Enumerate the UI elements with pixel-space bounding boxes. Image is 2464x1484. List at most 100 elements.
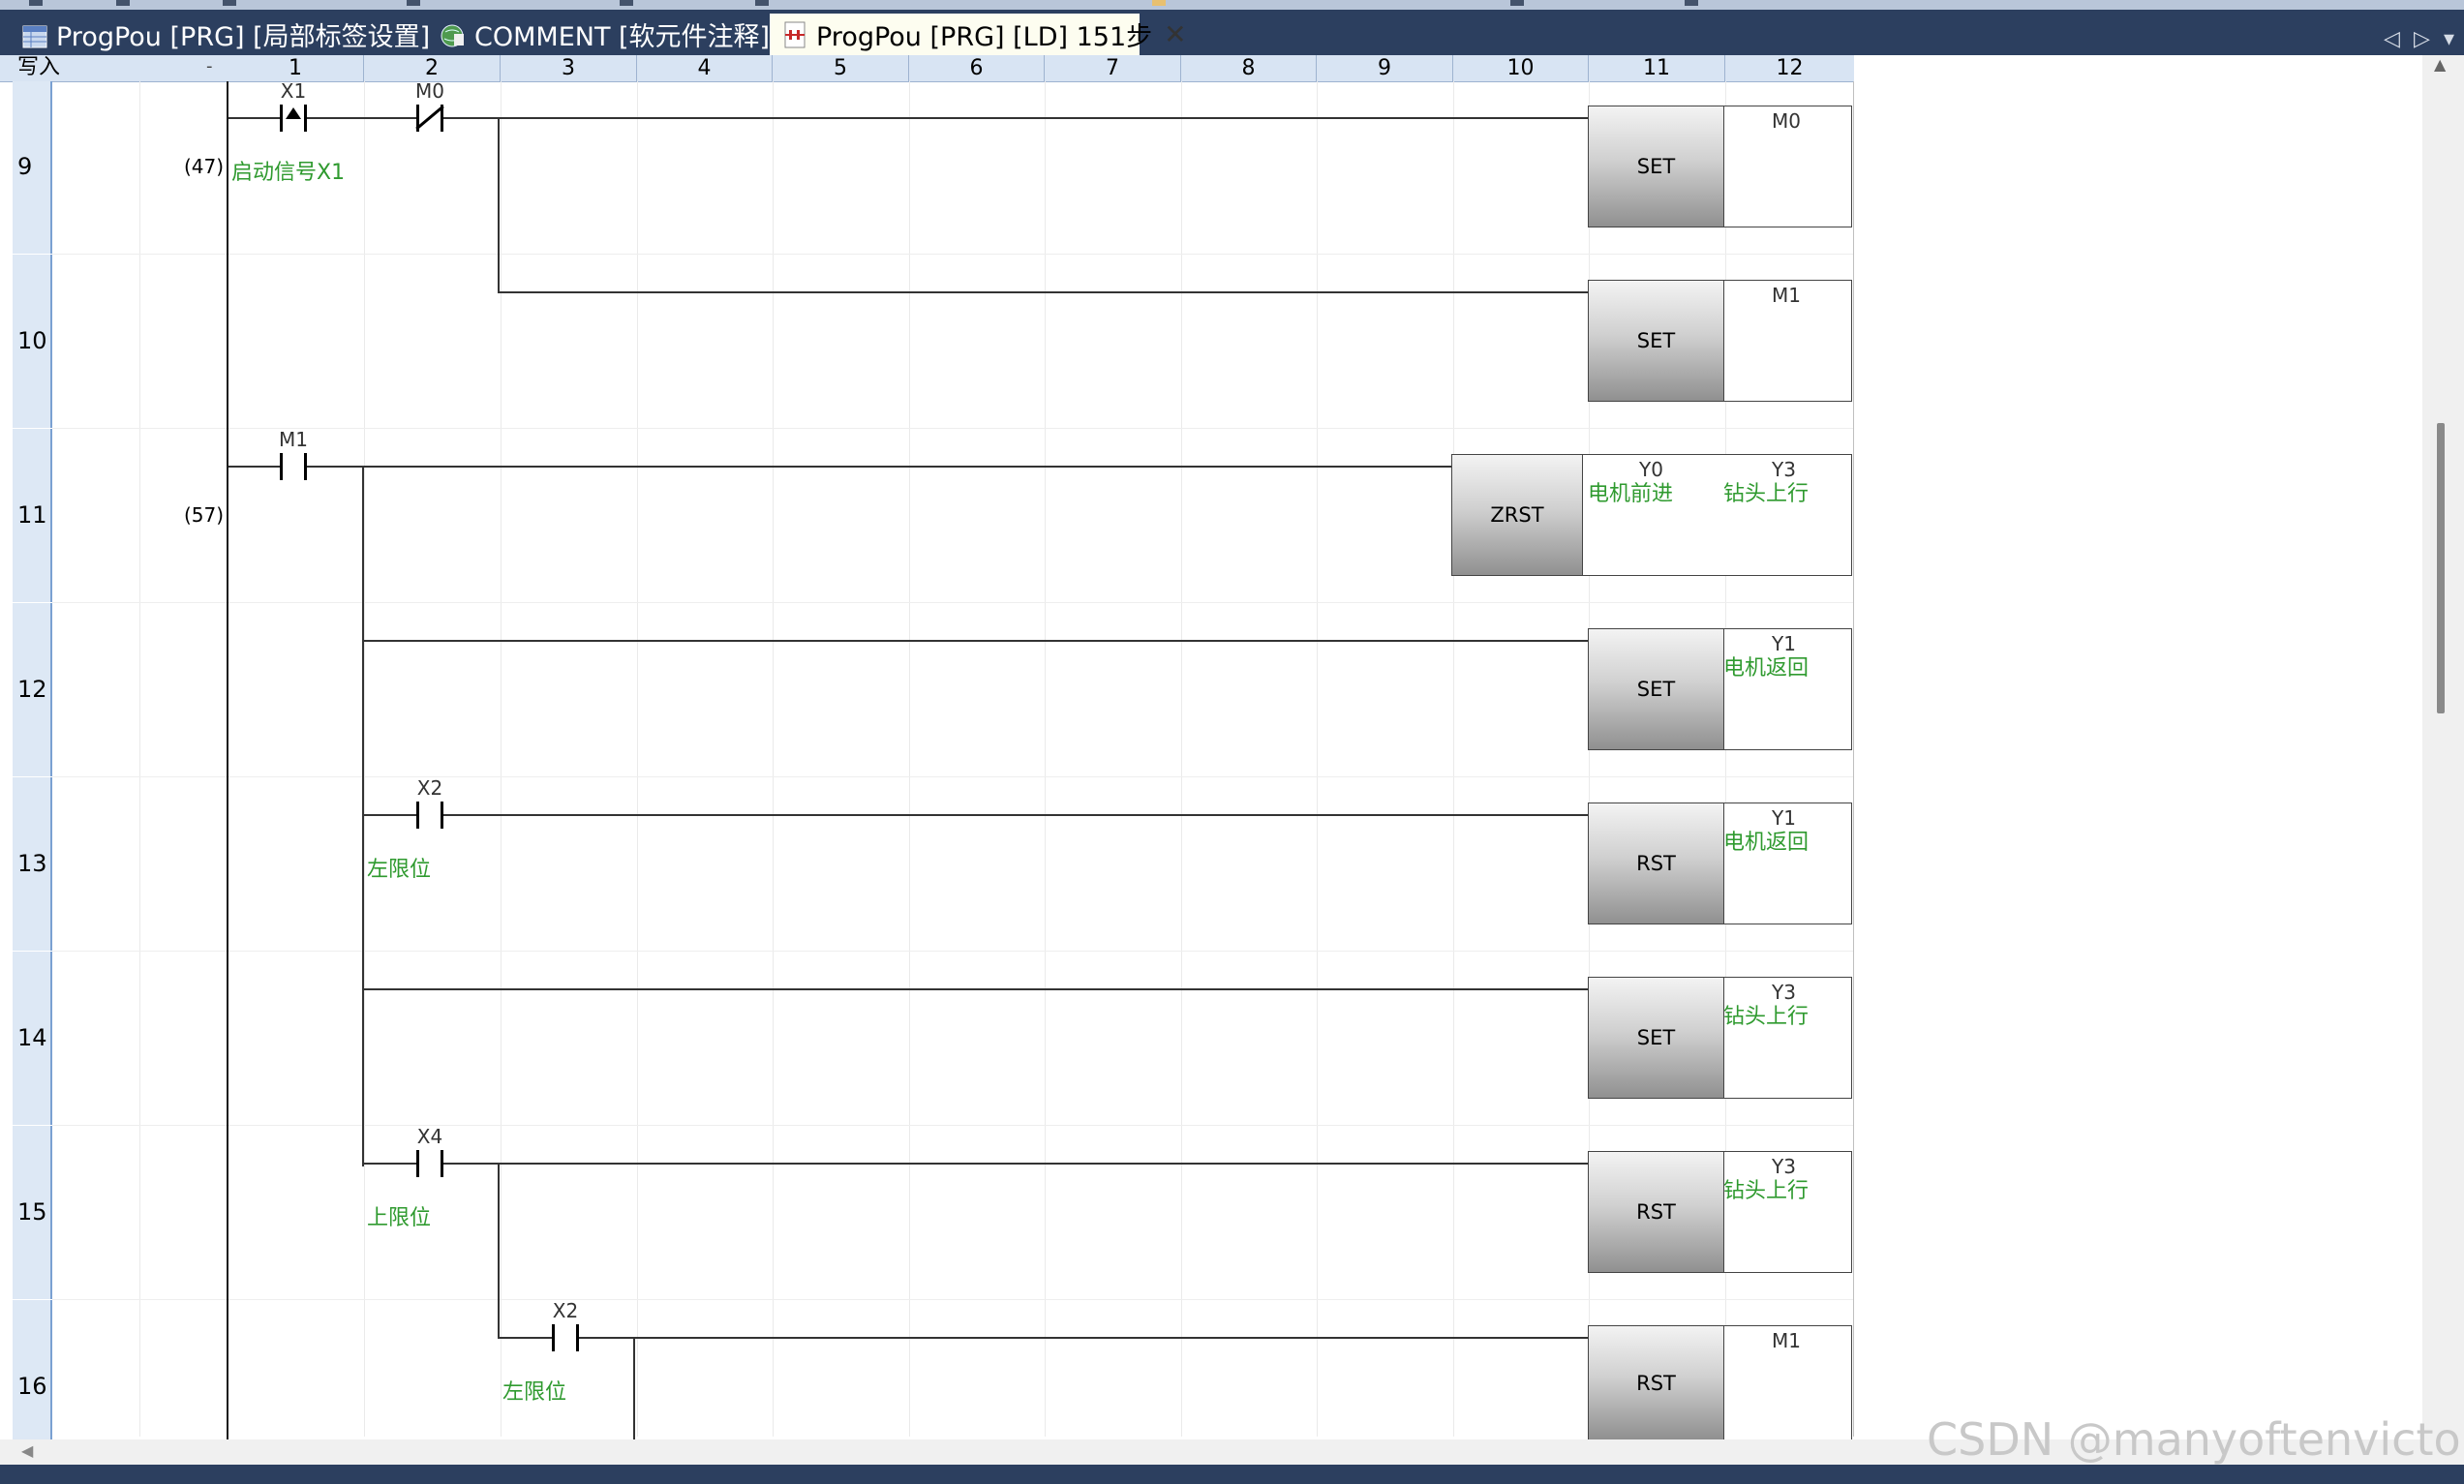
wire bbox=[364, 640, 1588, 642]
tab-device-comment[interactable]: COMMENT [软元件注释] bbox=[428, 14, 770, 55]
tab-list-dropdown-icon[interactable]: ▾ bbox=[2444, 27, 2454, 51]
normally-open-contact[interactable] bbox=[552, 1324, 579, 1351]
tab-scroll-left-icon[interactable]: ◁ bbox=[2384, 27, 2400, 51]
instruction-block[interactable]: RST Y1 电机返回 bbox=[1588, 803, 1852, 924]
wire bbox=[498, 1163, 500, 1339]
column-header: 4 bbox=[637, 55, 773, 81]
toolbar-icon[interactable] bbox=[116, 0, 130, 6]
contact-device: M0 bbox=[415, 79, 444, 103]
row-number: 11 bbox=[17, 501, 47, 529]
contact-comment: 启动信号X1 bbox=[231, 161, 346, 185]
grid-line bbox=[364, 81, 365, 1437]
globe-comment-icon bbox=[440, 20, 467, 49]
toolbar-icon[interactable] bbox=[223, 0, 236, 6]
row-number: 14 bbox=[17, 1024, 47, 1051]
contact-device: X4 bbox=[416, 1125, 443, 1148]
scroll-left-icon[interactable]: ◀ bbox=[21, 1441, 33, 1460]
column-header: 6 bbox=[909, 55, 1045, 81]
contact-comment: 左限位 bbox=[367, 858, 432, 882]
ladder-doc-icon bbox=[781, 20, 808, 49]
row-separator bbox=[52, 1125, 1853, 1126]
grid-line bbox=[637, 81, 638, 1437]
toolbar-icon[interactable] bbox=[620, 0, 633, 6]
instruction-operand: M1 bbox=[1772, 1329, 1801, 1352]
instruction-op: RST bbox=[1589, 1326, 1724, 1439]
instruction-comment: 钻头上行 bbox=[1723, 1179, 1810, 1203]
grid-line bbox=[1853, 81, 1854, 1437]
column-header: 7 bbox=[1045, 55, 1181, 81]
column-header: 11 bbox=[1589, 55, 1725, 81]
wire bbox=[500, 1337, 1588, 1339]
grid-line bbox=[1181, 81, 1182, 1437]
toolbar-icon[interactable] bbox=[755, 0, 769, 6]
row-number: 12 bbox=[17, 676, 47, 703]
toolbar-icon[interactable] bbox=[1510, 0, 1524, 6]
instruction-block[interactable]: SET M1 bbox=[1588, 280, 1852, 402]
wire bbox=[362, 466, 364, 1166]
row-separator bbox=[52, 951, 1853, 952]
instruction-block[interactable]: SET Y3 钻头上行 bbox=[1588, 977, 1852, 1099]
instruction-block[interactable]: RST Y3 钻头上行 bbox=[1588, 1151, 1852, 1273]
row-number: 9 bbox=[17, 153, 33, 180]
grid-line bbox=[909, 81, 910, 1437]
instruction-op: SET bbox=[1589, 281, 1724, 401]
contact-device: M1 bbox=[279, 428, 308, 451]
normally-closed-contact[interactable] bbox=[415, 105, 444, 132]
instruction-comment: 钻头上行 bbox=[1723, 1005, 1810, 1029]
toolbar-icon[interactable] bbox=[29, 0, 43, 6]
normally-open-contact[interactable] bbox=[280, 453, 307, 480]
column-header: 1 bbox=[228, 55, 364, 81]
tab-ladder-program[interactable]: ProgPou [PRG] [LD] 151步 ✕ bbox=[770, 14, 1187, 55]
wire bbox=[498, 117, 500, 293]
row-separator bbox=[52, 254, 1853, 255]
ladder-column-header: 写入 - 1 2 3 4 5 6 7 8 9 10 11 12 bbox=[0, 55, 1854, 82]
contact-device: X2 bbox=[552, 1299, 579, 1322]
column-header: 9 bbox=[1317, 55, 1453, 81]
grid-line bbox=[1317, 81, 1318, 1437]
left-power-rail bbox=[227, 81, 228, 1439]
mode-label: 写入 bbox=[17, 55, 61, 79]
instruction-operand: M0 bbox=[1772, 109, 1801, 133]
grid-line bbox=[139, 81, 140, 1437]
column-header: 5 bbox=[773, 55, 909, 81]
instruction-block[interactable]: ZRST Y0 电机前进 Y3 钻头上行 bbox=[1451, 454, 1852, 576]
column-header: 3 bbox=[501, 55, 637, 81]
vertical-scrollbar[interactable]: ▲ bbox=[2422, 55, 2464, 1439]
instruction-op: RST bbox=[1589, 1152, 1724, 1272]
instruction-comment: 电机返回 bbox=[1723, 831, 1810, 855]
scroll-up-icon[interactable]: ▲ bbox=[2434, 55, 2446, 74]
tab-local-labels[interactable]: ProgPou [PRG] [局部标签设置] bbox=[10, 14, 430, 55]
watermark: CSDN @manyoftenvictory bbox=[1927, 1413, 2464, 1466]
instruction-block[interactable]: RST M1 bbox=[1588, 1325, 1852, 1439]
instruction-comment: 钻头上行 bbox=[1723, 482, 1810, 506]
toolbar-icon[interactable] bbox=[1685, 0, 1698, 6]
row-number: 15 bbox=[17, 1198, 47, 1226]
instruction-op: SET bbox=[1589, 106, 1724, 227]
row-number: 16 bbox=[17, 1373, 47, 1400]
wire bbox=[498, 291, 1588, 293]
row-header[interactable] bbox=[13, 1300, 52, 1439]
row-separator bbox=[52, 1299, 1853, 1300]
normally-open-contact[interactable] bbox=[416, 1150, 443, 1177]
rising-edge-contact[interactable] bbox=[280, 105, 307, 132]
grid-line bbox=[501, 81, 502, 1437]
close-tab-icon[interactable]: ✕ bbox=[1164, 18, 1186, 50]
instruction-op: ZRST bbox=[1452, 455, 1583, 575]
wire bbox=[228, 466, 1451, 468]
tab-scroll-right-icon[interactable]: ▷ bbox=[2414, 27, 2430, 51]
editor-tab-bar: ProgPou [PRG] [局部标签设置] COMMENT [软元件注释] P… bbox=[0, 10, 2464, 55]
toolbar-icon[interactable] bbox=[407, 0, 420, 6]
column-header: 2 bbox=[364, 55, 501, 81]
normally-open-contact[interactable] bbox=[416, 802, 443, 829]
wire bbox=[364, 814, 1588, 816]
row-separator bbox=[52, 602, 1853, 603]
grid-line bbox=[773, 81, 774, 1437]
wire bbox=[364, 1163, 1588, 1165]
grid-line bbox=[1453, 81, 1454, 1437]
scroll-thumb[interactable] bbox=[2437, 423, 2445, 713]
instruction-block[interactable]: SET Y1 电机返回 bbox=[1588, 628, 1852, 750]
instruction-operand: M1 bbox=[1772, 284, 1801, 307]
instruction-block[interactable]: SET M0 bbox=[1588, 106, 1852, 227]
contact-device: X1 bbox=[280, 79, 307, 103]
toolbar-icon[interactable] bbox=[1152, 0, 1166, 6]
